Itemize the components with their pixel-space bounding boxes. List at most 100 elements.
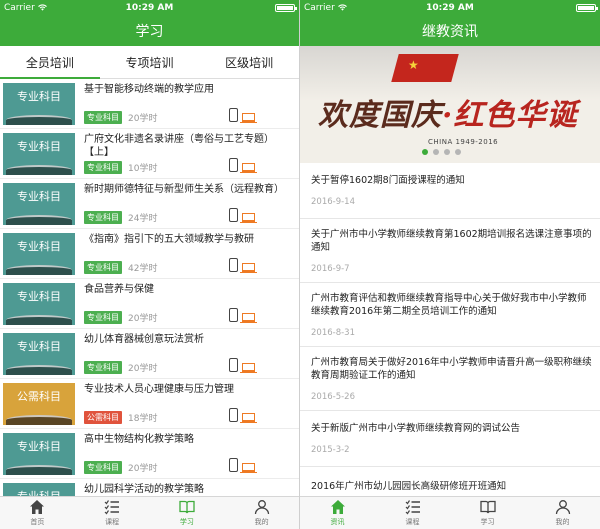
device-availability: [229, 358, 257, 373]
course-info: 食品营养与保健 专业科目 20学时: [84, 283, 299, 324]
course-list: 专业科目 基于智能移动终端的教学应用 专业科目 20学时 专业科目 广府文化非遗名录讲…: [0, 79, 299, 496]
course-thumbnail: 专业科目: [3, 333, 75, 375]
course-item[interactable]: 专业科目 食品营养与保健 专业科目 20学时: [0, 279, 299, 329]
carousel-dot[interactable]: [444, 149, 450, 155]
banner-slogan-part-a: 欢度国庆: [318, 98, 442, 133]
phone-icon: [229, 308, 238, 322]
course-hours: 20学时: [128, 314, 158, 324]
course-category-badge: 专业科目: [84, 461, 122, 474]
course-info: 专业技术人员心理健康与压力管理 公需科目 18学时: [84, 383, 299, 424]
list-icon: [104, 500, 120, 515]
course-hours: 42学时: [128, 264, 158, 274]
course-item[interactable]: 专业科目 基于智能移动终端的教学应用 专业科目 20学时: [0, 79, 299, 129]
course-thumbnail: 公需科目: [3, 383, 75, 425]
thumbnail-label: 专业科目: [3, 483, 75, 496]
course-category-badge: 专业科目: [84, 261, 122, 274]
thumbnail-label: 专业科目: [17, 340, 61, 353]
phone-icon: [229, 208, 238, 222]
device-availability: [229, 408, 257, 423]
thumbnail-label: 专业科目: [17, 290, 61, 303]
phone-icon: [229, 158, 238, 172]
phone-icon: [229, 358, 238, 372]
thumbnail-decoration: [3, 305, 75, 311]
tabbar-me-label: 我的: [254, 518, 269, 526]
tab-district[interactable]: 区级培训: [199, 46, 299, 78]
news-date: 2015-3-2: [311, 445, 350, 455]
open-book-graphic: [6, 115, 72, 125]
book-icon: [479, 500, 496, 514]
course-meta: 专业科目 20学时: [84, 311, 293, 324]
training-tabs: 全员培训 专项培训 区级培训: [0, 46, 299, 79]
carousel-dot[interactable]: [422, 149, 428, 155]
tabbar-courses[interactable]: 课程: [75, 497, 150, 529]
battery-icon: [576, 3, 598, 12]
phone-icon: [229, 458, 238, 472]
laptop-icon: [240, 163, 257, 173]
user-icon: [555, 500, 570, 515]
open-book-graphic: [6, 415, 72, 425]
device-availability: [229, 458, 257, 473]
course-item[interactable]: 专业科目 幼儿体育器械创意玩法赏析 专业科目 20学时: [0, 329, 299, 379]
course-item[interactable]: 专业科目 高中生物结构化教学策略 专业科目 20学时: [0, 429, 299, 479]
thumbnail-decoration: [3, 155, 75, 161]
course-hours: 20学时: [128, 114, 158, 124]
thumbnail-label: 专业科目: [17, 440, 61, 453]
course-info: 新时期师德特征与新型师生关系（远程教育） 专业科目 24学时: [84, 183, 299, 224]
tabbar-me[interactable]: 我的: [525, 497, 600, 529]
status-time: 10:29 AM: [125, 2, 174, 13]
open-book-graphic: [6, 165, 72, 175]
course-title: 高中生物结构化教学策略: [84, 434, 194, 445]
course-info: 《指南》指引下的五大领域教学与教研 专业科目 42学时: [84, 233, 299, 274]
device-availability: [229, 108, 257, 123]
tabbar-study-label: 学习: [480, 518, 495, 526]
course-item[interactable]: 专业科目 幼儿园科学活动的教学策略专业科目20学时: [0, 479, 299, 496]
news-banner[interactable]: ★ 欢度国庆·红色华诞 CHINA 1949-2016: [300, 46, 600, 163]
tab-special[interactable]: 专项培训: [100, 46, 200, 78]
news-item[interactable]: 关于广州市中小学教师继续教育第1602期培训报名选课注意事项的通知 2016-9-…: [300, 219, 600, 283]
device-availability: [229, 258, 257, 273]
status-time: 10:29 AM: [426, 2, 474, 13]
course-item[interactable]: 公需科目 专业技术人员心理健康与压力管理 公需科目 18学时: [0, 379, 299, 429]
home-icon: [30, 500, 45, 514]
news-item[interactable]: 关于新版广州市中小学教师继续教育网的调试公告 2015-3-2: [300, 411, 600, 467]
tabbar-courses-label: 课程: [405, 518, 420, 526]
news-item[interactable]: 广州市教育局关于做好2016年中小学教师申请晋升高一级职称继续教育周期验证工作的…: [300, 347, 600, 411]
flag-graphic: [391, 54, 459, 82]
news-date: 2016-9-7: [311, 263, 350, 274]
tab-all-staff[interactable]: 全员培训: [0, 46, 100, 79]
tabbar-news[interactable]: 资讯: [300, 497, 375, 529]
tabbar-study[interactable]: 学习: [150, 497, 225, 529]
carousel-dot[interactable]: [433, 149, 439, 155]
course-thumbnail: 专业科目: [3, 183, 75, 225]
course-item[interactable]: 专业科目 广府文化非遗名录讲座（粤俗与工艺专题）【上】 专业科目 10学时: [0, 129, 299, 179]
carousel-dots[interactable]: [422, 149, 461, 155]
bottom-tab-bar: 首页 课程 学习 我的: [0, 496, 299, 529]
tabbar-me[interactable]: 我的: [224, 497, 299, 529]
open-book-graphic: [6, 465, 72, 475]
open-book-graphic: [6, 215, 72, 225]
news-item[interactable]: 关于暂停1602期8门面授课程的通知 2016-9-14: [300, 163, 600, 219]
status-bar: Carrier 10:29 AM: [300, 0, 600, 15]
tabbar-study[interactable]: 学习: [450, 497, 525, 529]
course-info: 高中生物结构化教学策略 专业科目 20学时: [84, 433, 299, 474]
banner-slogan-part-b: 红色华诞: [453, 98, 578, 133]
tabbar-home[interactable]: 首页: [0, 497, 75, 529]
tabbar-study-label: 学习: [179, 518, 194, 526]
carousel-dot[interactable]: [455, 149, 461, 155]
course-item[interactable]: 专业科目 新时期师德特征与新型师生关系（远程教育） 专业科目 24学时: [0, 179, 299, 229]
page-title: 学习: [0, 15, 299, 46]
course-item[interactable]: 专业科目 《指南》指引下的五大领域教学与教研 专业科目 42学时: [0, 229, 299, 279]
course-meta: 专业科目 20学时: [84, 361, 293, 374]
open-book-graphic: [6, 365, 72, 375]
thumbnail-label: 专业科目: [17, 240, 61, 253]
laptop-icon: [240, 363, 257, 373]
course-hours: 24学时: [128, 214, 158, 224]
news-title: 广州市教育局关于做好2016年中小学教师申请晋升高一级职称继续教育周期验证工作的…: [311, 356, 592, 381]
news-date: 2016-5-26: [311, 391, 355, 402]
news-item[interactable]: 2016年广州市幼儿园园长高级研修班开班通知2016-9-18: [300, 467, 600, 496]
laptop-icon: [240, 463, 257, 473]
thumbnail-label: 专业科目: [17, 190, 61, 203]
tabbar-courses[interactable]: 课程: [375, 497, 450, 529]
news-item[interactable]: 广州市教育评估和教师继续教育指导中心关于做好我市中小学教师继续教育2016年第二…: [300, 283, 600, 347]
course-thumbnail: 专业科目: [3, 283, 75, 325]
